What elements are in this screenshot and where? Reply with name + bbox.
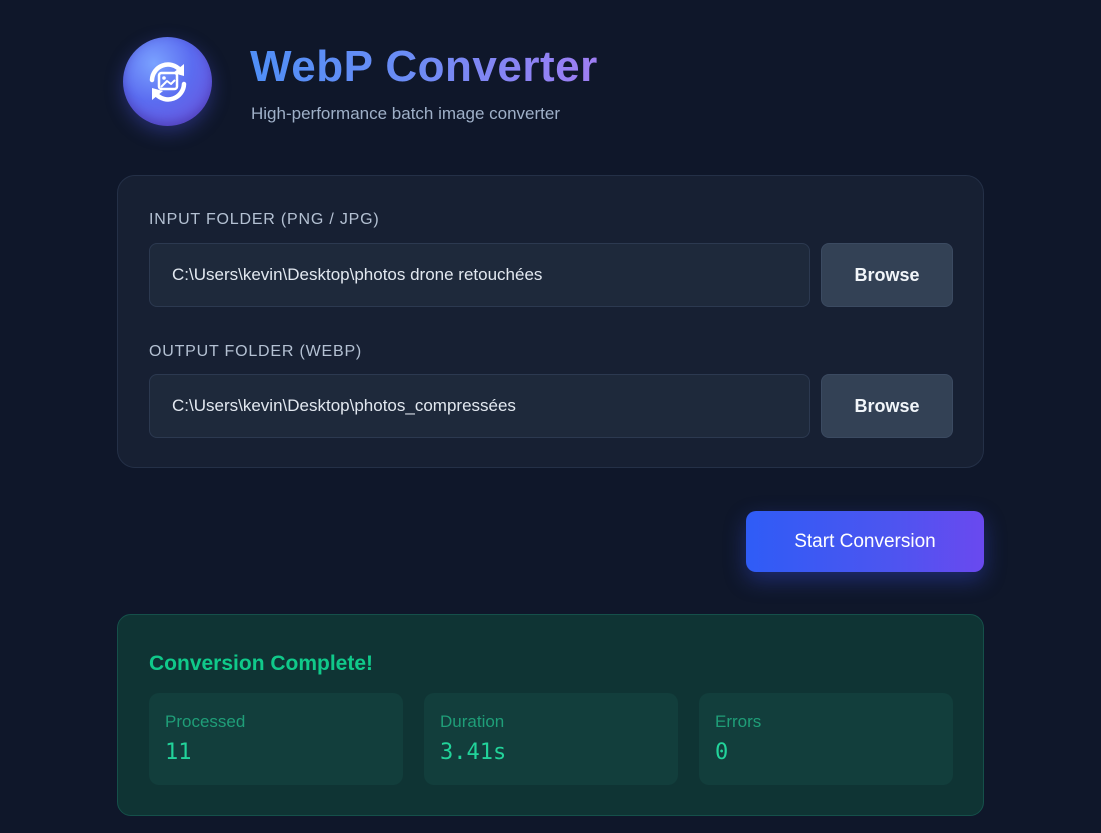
start-conversion-button[interactable]: Start Conversion	[746, 511, 984, 572]
output-folder-label: OUTPUT FOLDER (WEBP)	[149, 343, 363, 360]
stat-value: 11	[165, 740, 192, 765]
stat-label: Processed	[165, 712, 246, 731]
stat-card-duration: Duration 3.41s	[424, 693, 678, 785]
input-folder-label: INPUT FOLDER (PNG / JPG)	[149, 211, 380, 228]
stat-card-processed: Processed 11	[149, 693, 403, 785]
stat-label: Errors	[715, 712, 762, 731]
result-title: Conversion Complete!	[149, 652, 374, 675]
output-folder-field[interactable]	[149, 374, 810, 438]
input-browse-button[interactable]: Browse	[821, 243, 953, 307]
refresh-image-icon	[149, 61, 186, 102]
folder-panel: INPUT FOLDER (PNG / JPG) Browse OUTPUT F…	[117, 175, 984, 468]
stat-value: 3.41s	[440, 740, 507, 765]
output-browse-button[interactable]: Browse	[821, 374, 953, 438]
input-folder-field[interactable]	[149, 243, 810, 307]
app-title: WebP Converter	[250, 40, 598, 94]
app-logo	[123, 37, 212, 126]
app-subtitle: High-performance batch image converter	[251, 104, 560, 123]
app-window: WebP Converter High-performance batch im…	[0, 0, 1101, 833]
stat-value: 0	[715, 740, 729, 765]
stat-card-errors: Errors 0	[699, 693, 953, 785]
stat-label: Duration	[440, 712, 505, 731]
result-panel: Conversion Complete! Processed 11 Durati…	[117, 614, 984, 816]
